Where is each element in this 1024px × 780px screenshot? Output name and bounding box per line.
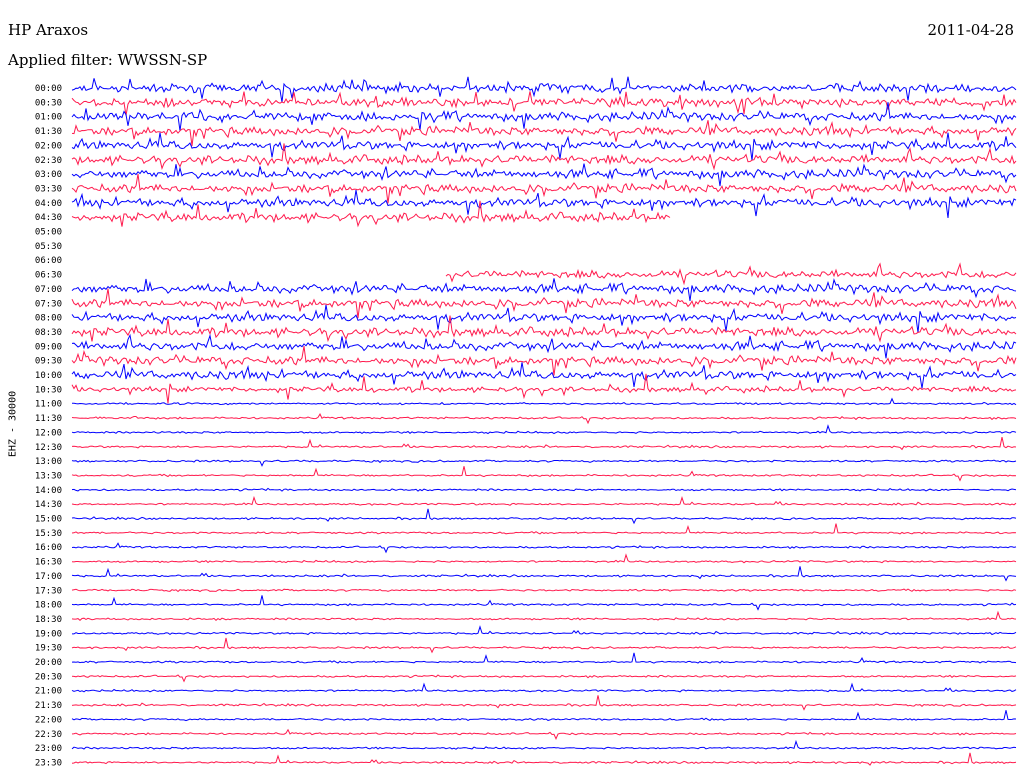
trace-row <box>71 91 1017 116</box>
trace-row <box>71 508 1017 525</box>
trace-row <box>71 553 1017 564</box>
row-time-label: 18:00 <box>35 601 62 611</box>
row-time-label: 08:00 <box>35 314 62 324</box>
trace-row <box>71 132 1017 161</box>
row-time-label: 03:30 <box>35 184 62 194</box>
trace-row <box>71 424 1017 435</box>
row-time-label: 09:00 <box>35 342 62 352</box>
trace-row <box>71 487 1017 492</box>
row-time-label: 17:30 <box>35 586 62 596</box>
row-time-label: 23:30 <box>35 758 62 768</box>
row-time-label: 20:00 <box>35 658 62 668</box>
trace-row <box>71 200 671 228</box>
trace-row <box>71 362 1017 389</box>
row-time-label: 19:30 <box>35 644 62 654</box>
trace-row <box>71 610 1017 621</box>
trace-row <box>71 542 1017 554</box>
trace-row <box>71 523 1017 535</box>
row-time-label: 05:30 <box>35 242 62 252</box>
row-time-label: 22:30 <box>35 730 62 740</box>
trace-row <box>71 173 1017 204</box>
row-time-label: 06:00 <box>35 256 62 266</box>
row-time-label: 22:00 <box>35 715 62 725</box>
row-time-label: 18:30 <box>35 615 62 625</box>
trace-row <box>445 262 1017 286</box>
row-time-label: 10:30 <box>35 385 62 395</box>
row-time-label: 21:30 <box>35 701 62 711</box>
helicorder-plot: 00:00 00:30 01:00 01:30 02:00 02:30 03:00 03:30… <box>35 76 1017 768</box>
row-time-label: 01:00 <box>35 113 62 123</box>
trace-row <box>71 566 1017 582</box>
row-time-label: 17:00 <box>35 572 62 582</box>
trace-row <box>71 682 1017 693</box>
row-time-label: 15:00 <box>35 515 62 525</box>
row-time-label: 06:30 <box>35 271 62 281</box>
row-time-label: 21:00 <box>35 687 62 697</box>
trace-row <box>71 495 1017 506</box>
row-time-label: 11:00 <box>35 400 62 410</box>
row-time-label: 16:30 <box>35 558 62 568</box>
row-time-label: 12:30 <box>35 443 62 453</box>
row-time-label: 02:30 <box>35 156 62 166</box>
row-time-label: 00:30 <box>35 98 62 108</box>
row-time-label: 11:30 <box>35 414 62 424</box>
trace-row <box>71 163 1017 187</box>
trace-row <box>71 674 1017 683</box>
row-time-label: 19:00 <box>35 629 62 639</box>
trace-row <box>71 588 1017 593</box>
row-time-label: 14:00 <box>35 486 62 496</box>
row-time-label: 13:30 <box>35 471 62 481</box>
row-time-label: 04:00 <box>35 199 62 209</box>
trace-row <box>71 459 1017 467</box>
row-time-label: 01:30 <box>35 127 62 137</box>
row-time-label: 23:00 <box>35 744 62 754</box>
trace-row <box>71 595 1017 611</box>
row-time-label: 04:30 <box>35 213 62 223</box>
trace-row <box>71 333 1017 359</box>
row-time-label: 14:30 <box>35 500 62 510</box>
row-time-label: 15:30 <box>35 529 62 539</box>
trace-row <box>71 436 1017 451</box>
trace-row <box>71 637 1017 654</box>
trace-row <box>71 752 1017 766</box>
trace-row <box>71 652 1017 664</box>
row-time-label: 03:00 <box>35 170 62 180</box>
trace-row <box>71 466 1017 482</box>
row-time-label: 05:00 <box>35 228 62 238</box>
row-time-label: 12:00 <box>35 428 62 438</box>
trace-row <box>71 413 1017 425</box>
trace-row <box>71 346 1017 376</box>
trace-row <box>71 304 1017 333</box>
row-time-label: 00:00 <box>35 84 62 94</box>
seismic-traces <box>71 76 1017 766</box>
trace-row <box>72 625 1017 636</box>
row-time-label: 13:00 <box>35 457 62 467</box>
row-time-label: 02:00 <box>35 141 62 151</box>
row-time-label: 09:30 <box>35 357 62 367</box>
row-time-label: 08:30 <box>35 328 62 338</box>
trace-row <box>71 397 1017 406</box>
time-axis-labels: 00:00 00:30 01:00 01:30 02:00 02:30 03:00 03:30… <box>35 84 62 768</box>
trace-row <box>71 739 1017 750</box>
trace-row <box>71 728 1017 740</box>
row-time-label: 20:30 <box>35 672 62 682</box>
trace-row <box>71 695 1017 711</box>
row-time-label: 16:00 <box>35 543 62 553</box>
row-time-label: 07:30 <box>35 299 62 309</box>
row-time-label: 07:00 <box>35 285 62 295</box>
trace-row <box>71 710 1017 722</box>
row-time-label: 10:00 <box>35 371 62 381</box>
trace-row <box>71 102 1017 131</box>
